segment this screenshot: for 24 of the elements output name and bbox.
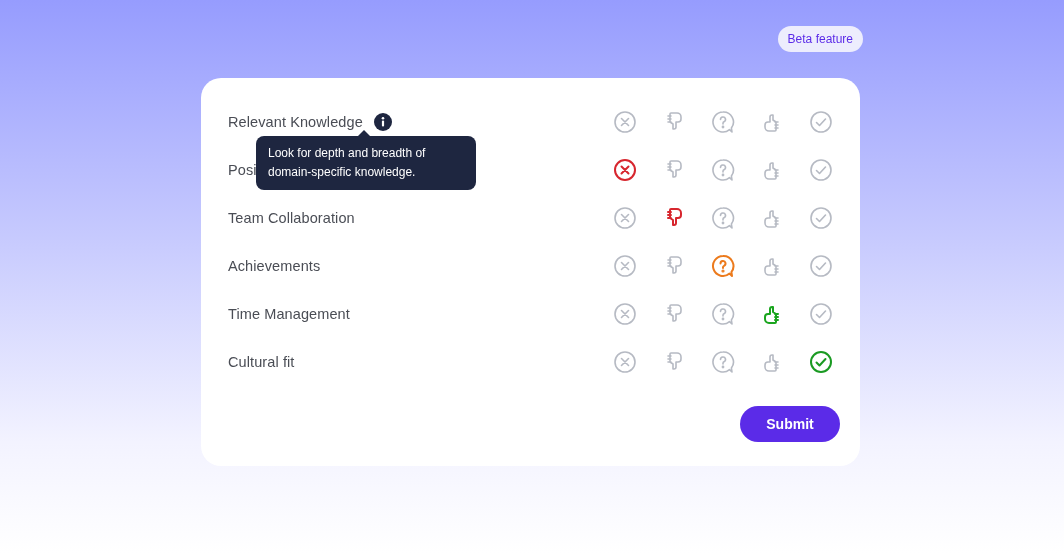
unsure-button[interactable] bbox=[711, 110, 735, 134]
criterion-label: Time Management bbox=[228, 306, 350, 322]
unsure-button[interactable] bbox=[711, 206, 735, 230]
criterion-label: Team Collaboration bbox=[228, 210, 355, 226]
criterion-label: Posi bbox=[228, 162, 257, 178]
submit-button[interactable]: Submit bbox=[740, 406, 840, 442]
tooltip: Look for depth and breadth of domain-specific knowledge. bbox=[256, 136, 476, 190]
unsure-button[interactable] bbox=[711, 350, 735, 374]
approve-button[interactable] bbox=[809, 302, 833, 326]
approve-button[interactable] bbox=[809, 110, 833, 134]
criterion-label: Relevant Knowledge bbox=[228, 114, 363, 130]
criterion-label: Cultural fit bbox=[228, 354, 295, 370]
approve-button[interactable] bbox=[809, 254, 833, 278]
approve-button[interactable] bbox=[809, 350, 833, 374]
unsure-button[interactable] bbox=[711, 158, 735, 182]
info-icon[interactable] bbox=[373, 113, 392, 131]
approve-button[interactable] bbox=[809, 158, 833, 182]
unsure-button[interactable] bbox=[711, 302, 735, 326]
criterion-label: Achievements bbox=[228, 258, 321, 274]
beta-badge: Beta feature bbox=[777, 26, 863, 52]
approve-button[interactable] bbox=[809, 206, 833, 230]
unsure-button[interactable] bbox=[711, 254, 735, 278]
tooltip-arrow bbox=[358, 130, 370, 136]
reject-button[interactable] bbox=[613, 158, 637, 182]
